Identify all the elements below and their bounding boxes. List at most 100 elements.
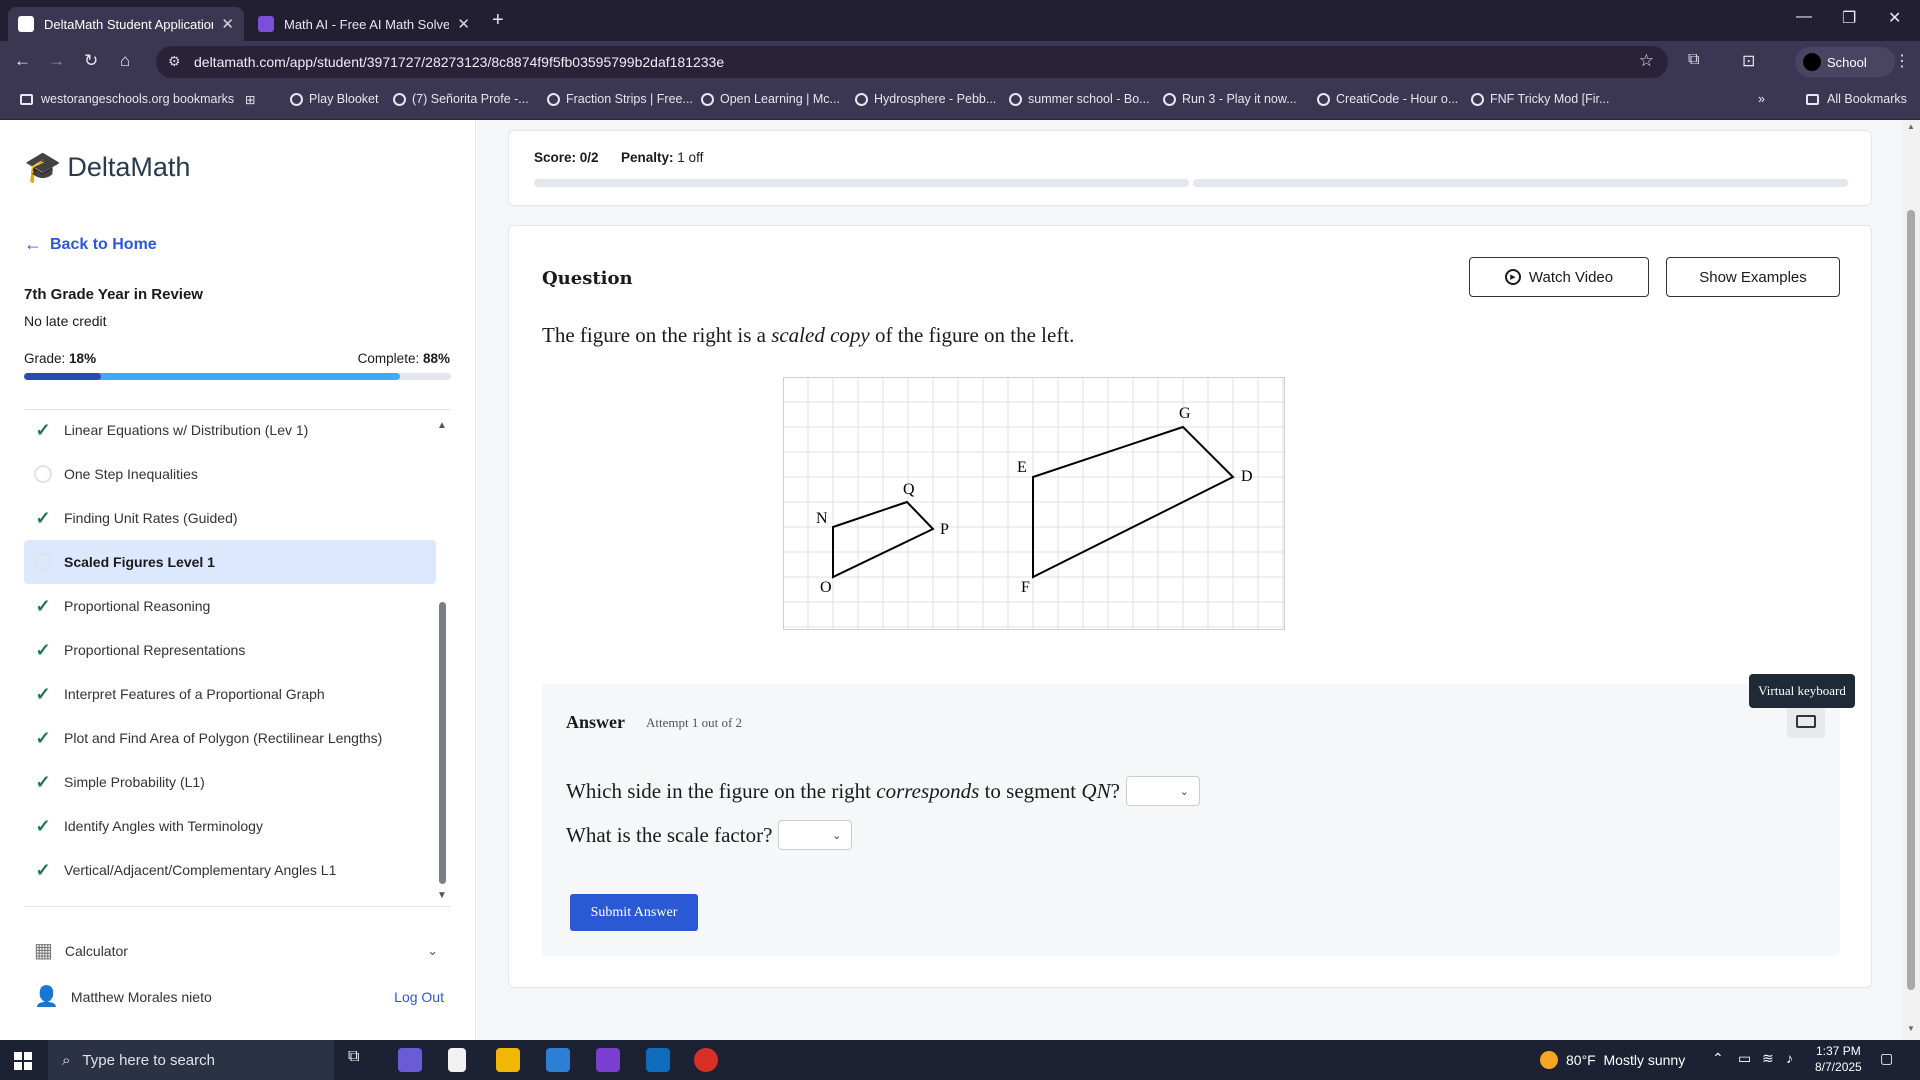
battery-icon[interactable]: ▭ bbox=[1738, 1050, 1751, 1067]
tab-search-icon[interactable]: ⊡ bbox=[1742, 51, 1755, 71]
task-view-icon[interactable]: ⧉ bbox=[348, 1048, 372, 1072]
scaled-figures-graph: Q N P O G E D F bbox=[783, 377, 1285, 630]
bookmark-hydrosphere[interactable]: Hydrosphere - Pebb... bbox=[855, 92, 996, 106]
bookmark-blooket[interactable]: Play Blooket bbox=[290, 92, 378, 106]
copilot-icon[interactable] bbox=[398, 1048, 422, 1072]
bookmark-fnf[interactable]: FNF Tricky Mod [Fir... bbox=[1471, 92, 1609, 106]
bookmark-label: Play Blooket bbox=[309, 92, 379, 106]
deltamath-logo[interactable]: 🎓 DeltaMath bbox=[24, 150, 190, 185]
scroll-up-arrow-icon[interactable]: ▲ bbox=[437, 420, 447, 431]
attempt-progress bbox=[534, 179, 1848, 187]
bookmark-open-learning[interactable]: Open Learning | Mc... bbox=[701, 92, 840, 106]
assignment-item[interactable]: ✓ Linear Equations w/ Distribution (Lev 1… bbox=[24, 408, 436, 452]
forward-arrow-icon[interactable]: → bbox=[48, 51, 65, 71]
close-tab-icon[interactable]: ✕ bbox=[221, 15, 234, 33]
logout-link[interactable]: Log Out bbox=[394, 989, 444, 1005]
score-text: Score: 0/2 bbox=[534, 150, 599, 165]
grade-label: Grade: bbox=[24, 351, 66, 366]
site-info-icon[interactable]: ⚙ bbox=[168, 53, 181, 70]
assignment-label: Linear Equations w/ Distribution (Lev 1) bbox=[64, 422, 309, 438]
apps-grid-icon[interactable]: ⊞ bbox=[245, 92, 255, 107]
weather-widget[interactable]: 80°F Mostly sunny bbox=[1540, 1051, 1685, 1069]
scroll-down-arrow-icon[interactable]: ▼ bbox=[437, 890, 447, 901]
search-placeholder: Type here to search bbox=[82, 1051, 215, 1069]
scroll-down-arrow-icon[interactable]: ▼ bbox=[1907, 1024, 1915, 1033]
assignment-label: Proportional Reasoning bbox=[64, 598, 211, 614]
tray-chevron-up-icon[interactable]: ⌃ bbox=[1712, 1050, 1724, 1067]
assignment-item[interactable]: ✓ Plot and Find Area of Polygon (Rectilin… bbox=[24, 716, 436, 760]
bookmark-summer-school[interactable]: summer school - Bo... bbox=[1009, 92, 1150, 106]
bookmark-creaticode[interactable]: CreatiCode - Hour o... bbox=[1317, 92, 1458, 106]
profile-button[interactable]: School bbox=[1795, 47, 1895, 77]
home-icon[interactable]: ⌂ bbox=[120, 51, 130, 71]
grade-value: 18% bbox=[69, 351, 97, 366]
file-explorer-icon[interactable] bbox=[496, 1048, 520, 1072]
label-d: D bbox=[1241, 468, 1253, 485]
close-tab-icon[interactable]: ✕ bbox=[457, 15, 470, 33]
assignment-item[interactable]: ✓ Simple Probability (L1) bbox=[24, 760, 436, 804]
assignment-item[interactable]: ✓ Finding Unit Rates (Guided) bbox=[24, 496, 436, 540]
microsoft-365-icon[interactable] bbox=[596, 1048, 620, 1072]
globe-icon bbox=[701, 92, 714, 106]
checkmark-icon: ✓ bbox=[35, 859, 51, 880]
notepad-icon[interactable] bbox=[448, 1048, 466, 1072]
assignment-item[interactable]: ✓ Vertical/Adjacent/Complementary Angles … bbox=[24, 848, 436, 892]
address-bar[interactable]: ⚙ deltamath.com/app/student/3971727/2827… bbox=[156, 46, 1668, 78]
microsoft-store-icon[interactable] bbox=[546, 1048, 570, 1072]
taskbar-clock[interactable]: 1:37 PM 8/7/2025 bbox=[1815, 1043, 1862, 1075]
tab-math-ai[interactable]: Math AI - Free AI Math Solver & ✕ bbox=[248, 7, 480, 41]
all-bookmarks[interactable]: All Bookmarks bbox=[1806, 92, 1907, 106]
restore-icon[interactable]: ❐ bbox=[1842, 8, 1856, 28]
divider bbox=[24, 906, 451, 907]
page-scrollbar[interactable]: ▲ ▼ bbox=[1903, 120, 1920, 1040]
more-bookmarks-chevron-icon[interactable]: » bbox=[1758, 92, 1765, 106]
minimize-icon[interactable]: — bbox=[1796, 8, 1812, 26]
volume-icon[interactable]: ♪ bbox=[1786, 1050, 1793, 1066]
bookmark-label: summer school - Bo... bbox=[1028, 92, 1150, 106]
windows-start-icon[interactable] bbox=[14, 1052, 32, 1070]
assignment-label: Simple Probability (L1) bbox=[64, 774, 205, 790]
bookmark-star-icon[interactable]: ☆ bbox=[1639, 51, 1654, 71]
bookmark-run3[interactable]: Run 3 - Play it now... bbox=[1163, 92, 1297, 106]
label-f: F bbox=[1021, 579, 1030, 596]
window-close-icon[interactable]: ✕ bbox=[1888, 8, 1901, 28]
taskbar-search-box[interactable]: ⌕ Type here to search bbox=[48, 1040, 334, 1080]
page-scrollbar-thumb[interactable] bbox=[1907, 210, 1915, 990]
bookmark-westorange[interactable]: westorangeschools.org bookmarks bbox=[20, 92, 234, 106]
assignment-item[interactable]: ✓ Proportional Reasoning bbox=[24, 584, 436, 628]
tab-deltamath[interactable]: DeltaMath Student Application ✕ bbox=[8, 7, 244, 41]
assignment-item[interactable]: Scaled Figures Level 1 bbox=[24, 540, 436, 584]
assignment-item[interactable]: ✓ Interpret Features of a Proportional Gr… bbox=[24, 672, 436, 716]
chrome-icon[interactable] bbox=[694, 1048, 718, 1072]
assignment-item[interactable]: ✓ Proportional Representations bbox=[24, 628, 436, 672]
assignment-label: Proportional Representations bbox=[64, 642, 246, 658]
reload-icon[interactable]: ↻ bbox=[84, 51, 98, 71]
sidebar-scrollbar-thumb[interactable] bbox=[439, 602, 446, 884]
incomplete-circle-icon bbox=[34, 553, 52, 571]
show-examples-label: Show Examples bbox=[1699, 268, 1807, 286]
virtual-keyboard-button[interactable] bbox=[1787, 704, 1825, 738]
assignment-label: One Step Inequalities bbox=[64, 466, 198, 482]
watch-video-button[interactable]: ▶ Watch Video bbox=[1469, 257, 1649, 297]
extensions-icon[interactable]: ⧉ bbox=[1688, 51, 1699, 69]
menu-kebab-icon[interactable]: ⋮ bbox=[1894, 51, 1910, 71]
back-arrow-icon[interactable]: ← bbox=[14, 51, 31, 71]
wifi-icon[interactable]: ≋ bbox=[1762, 1050, 1774, 1067]
new-tab-icon[interactable]: + bbox=[492, 9, 504, 32]
show-examples-button[interactable]: Show Examples bbox=[1666, 257, 1840, 297]
scroll-up-arrow-icon[interactable]: ▲ bbox=[1907, 122, 1915, 131]
outlook-icon[interactable] bbox=[646, 1048, 670, 1072]
calculator-toggle[interactable]: ▦ Calculator ⌄ bbox=[34, 938, 438, 963]
assignment-item[interactable]: ✓ Identify Angles with Terminology bbox=[24, 804, 436, 848]
assignment-item[interactable]: One Step Inequalities bbox=[24, 452, 436, 496]
label-p: P bbox=[940, 521, 949, 538]
back-to-home-link[interactable]: ← Back to Home bbox=[24, 234, 157, 255]
scale-factor-select[interactable]: ⌄ bbox=[778, 820, 853, 850]
browser-tab-strip: DeltaMath Student Application ✕ Math AI … bbox=[0, 0, 1920, 41]
notifications-icon[interactable]: ▢ bbox=[1880, 1050, 1893, 1067]
submit-answer-button[interactable]: Submit Answer bbox=[570, 894, 698, 931]
tab-title: Math AI - Free AI Math Solver & bbox=[284, 16, 450, 32]
bookmark-fraction-strips[interactable]: Fraction Strips | Free... bbox=[547, 92, 693, 106]
bookmark-senorita[interactable]: (7) Señorita Profe -... bbox=[393, 92, 529, 106]
corresponding-side-select[interactable]: ⌄ bbox=[1125, 776, 1200, 806]
